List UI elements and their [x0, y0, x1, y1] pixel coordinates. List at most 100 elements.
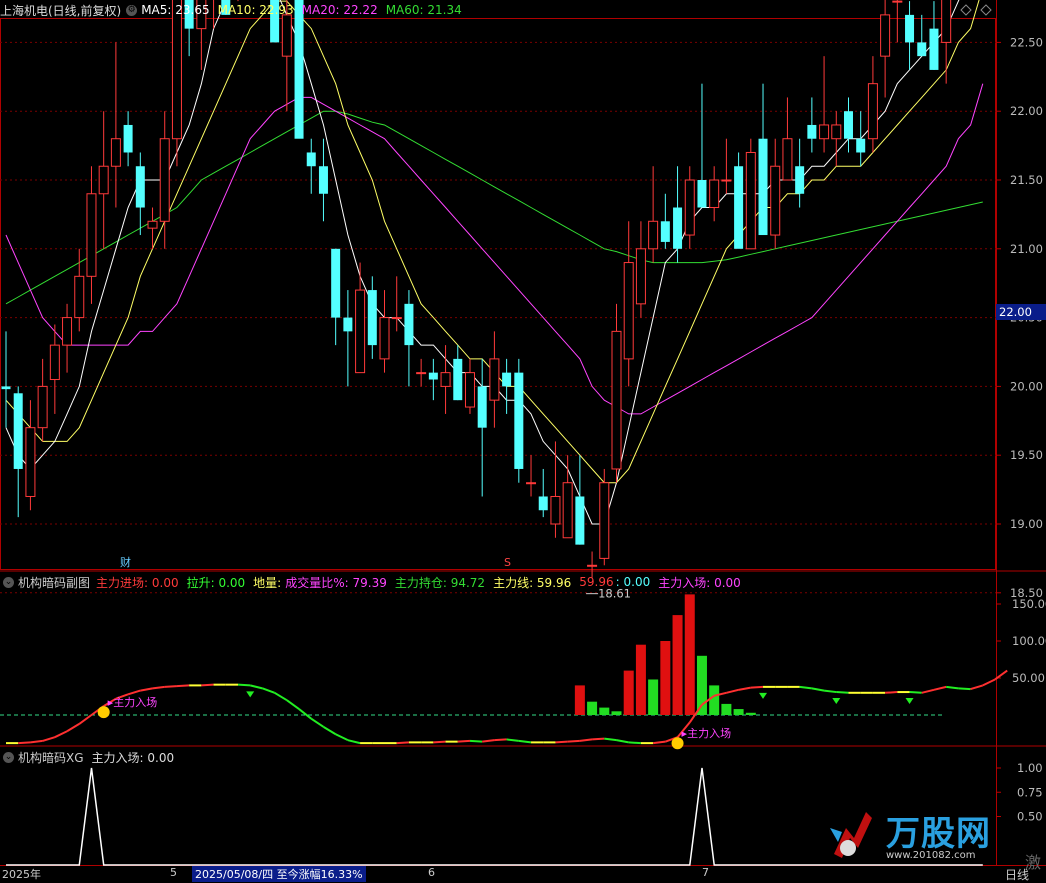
ma20-label: MA20: 22.22 — [301, 3, 378, 17]
sub1-signal-line-segment — [946, 685, 959, 690]
candle-body-up — [379, 317, 390, 360]
candle-body-down — [306, 152, 316, 167]
zlrc-value: 主力入场: 0.00 — [91, 750, 175, 765]
zlcc-value: 主力持仓: 94.72 — [394, 575, 486, 590]
candle-body-up — [892, 0, 903, 3]
sub1-signal-line-segment — [152, 685, 165, 690]
candle-body-up — [550, 495, 561, 525]
candle-body-up — [74, 275, 85, 319]
sub1-signal-line-segment — [506, 738, 519, 742]
sub1-signal-line-segment — [592, 737, 605, 741]
date-tooltip: 2025/05/08/四 至今涨幅16.33% — [192, 866, 366, 882]
candle-body-down — [1, 386, 11, 390]
candle-body-up — [941, 0, 952, 43]
candle-body-down — [123, 124, 133, 153]
indicator-menu-icon[interactable]: ⌄ — [3, 751, 14, 763]
sub1-signal-line-segment — [482, 739, 495, 743]
sub2-tick-label: 1.00 — [1017, 761, 1043, 775]
candle-body-up — [110, 138, 121, 167]
sub1-signal-line-segment — [616, 739, 629, 744]
sub1-signal-line-segment — [799, 685, 812, 690]
indicator-menu-icon[interactable]: ⌄ — [3, 576, 14, 588]
sub1-signal-line-segment — [262, 687, 275, 694]
candle-body-down — [318, 166, 328, 194]
price-tick-label: 19.50 — [1010, 448, 1043, 462]
candle-body-up — [721, 179, 732, 182]
sub1-signal-line-segment — [322, 725, 337, 736]
candle-body-down — [856, 138, 866, 153]
sub1-volume-bar — [648, 679, 659, 715]
candle-body-up — [147, 220, 158, 229]
finance-event-mark: 财 — [120, 555, 131, 569]
candle-body-down — [929, 28, 939, 70]
sub1-down-arrow-icon — [246, 691, 255, 698]
candle-body-up — [635, 248, 646, 305]
candle-body-up — [684, 179, 695, 236]
candle-body-down — [343, 317, 353, 332]
v0-value: : 0.00 — [615, 575, 651, 589]
sub1-signal-label: ▸主力入场 — [682, 726, 732, 740]
candle-body-up — [819, 124, 830, 140]
candle-body-up — [62, 317, 73, 346]
candle-body-up — [648, 220, 659, 250]
candle-body-down — [697, 180, 707, 208]
sub1-signal-line-segment — [237, 683, 251, 687]
sub1-down-arrow-icon — [905, 698, 914, 705]
sub1-down-arrow-icon — [759, 692, 768, 699]
sub1-volume-bar — [574, 685, 585, 715]
candle-body-down — [843, 111, 853, 139]
kline-chart-window[interactable]: 18.5019.0019.5020.0020.5021.0021.5022.00… — [0, 0, 1046, 882]
sub1-signal-line-segment — [42, 736, 56, 742]
candle-body-up — [25, 427, 36, 497]
sub1-signal-line-segment — [982, 678, 996, 687]
candle-body-down — [367, 290, 377, 346]
price-tick-label: 21.00 — [1010, 242, 1043, 256]
sub1-signal-line-segment — [54, 730, 68, 739]
sub1-volume-bar — [611, 711, 622, 715]
sub1-signal-line-segment — [811, 687, 825, 692]
indicator-name[interactable]: 机构暗码副图 — [18, 574, 90, 591]
candle-body-up — [611, 330, 622, 470]
candle-body-up — [416, 372, 427, 375]
sub2-tick-label: 0.75 — [1017, 785, 1043, 799]
sub1-signal-line-segment — [249, 684, 263, 690]
sub1-signal-line-segment — [298, 708, 312, 720]
candle-body-up — [355, 289, 366, 374]
sub1-signal-line-segment — [78, 714, 93, 725]
lasheng-value: 拉升: 0.00 — [186, 575, 246, 590]
sub1-signal-line-segment — [823, 689, 837, 694]
candle-body-up — [391, 317, 402, 320]
sub-chart-2-header: ⌄ 机构暗码XG 主力入场: 0.00 — [0, 748, 182, 766]
ma60-label: MA60: 21.34 — [385, 3, 462, 17]
sub1-signal-line-segment — [494, 738, 507, 742]
sub1-signal-line-segment — [518, 739, 532, 744]
sub1-signal-line-segment — [885, 691, 898, 694]
indicator-name[interactable]: 机构暗码XG — [18, 749, 84, 766]
watermark-logo: 万股网 www.201082.com — [828, 800, 1028, 870]
sub1-volume-bar — [623, 670, 634, 715]
stock-title[interactable]: 上海机电(日线,前复权) — [0, 2, 121, 19]
candle-body-down — [673, 207, 683, 249]
zlrc-value: 主力入场: 0.00 — [658, 575, 741, 590]
sub1-volume-bar — [745, 712, 756, 715]
candle-body-down — [905, 14, 915, 43]
sub1-signal-line-segment — [457, 739, 471, 743]
candle-body-up — [770, 165, 781, 236]
diamond-icon — [960, 4, 972, 16]
sub1-signal-line-segment — [750, 685, 764, 689]
candle-body-up — [709, 179, 720, 209]
sub1-signal-label: ▸主力入场 — [108, 695, 158, 709]
settings-icon[interactable]: ⚙ — [126, 4, 138, 16]
month-7-label: 7 — [702, 866, 709, 879]
sub1-signal-line-segment — [201, 683, 214, 687]
sub1-volume-bar — [709, 685, 720, 715]
sub1-signal-line-segment — [274, 691, 288, 702]
sub1-signal-line-segment — [555, 740, 568, 744]
candle-body-down — [514, 372, 524, 469]
sub-chart-1-header: ⌄ 机构暗码副图 主力进场: 0.00 拉升: 0.00 地量: 成交量比%: … — [0, 573, 749, 591]
chart-canvas[interactable]: 18.5019.0019.5020.0020.5021.0021.5022.00… — [0, 0, 1046, 878]
candle-body-up — [440, 372, 451, 387]
candle-body-down — [294, 0, 304, 139]
candle-body-up — [587, 564, 598, 567]
candle-body-up — [526, 482, 537, 485]
